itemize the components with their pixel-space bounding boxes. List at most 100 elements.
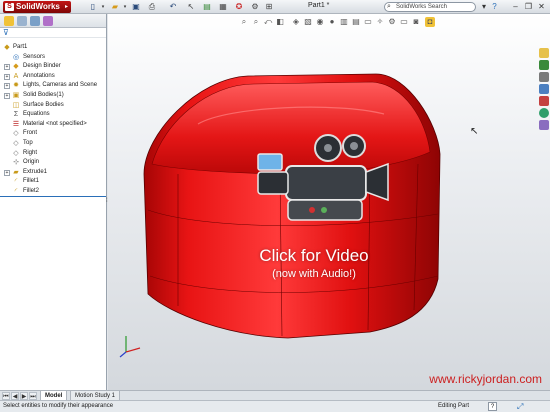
tree-item-label: Origin <box>23 159 40 166</box>
graphics-area[interactable]: ⌕ ⌕ ⤺ ◧ ◈ ▧ ◉ ● ▥ ▤ ▭ ✧ ⚙ ▭ ◙ ◘ Click fo… <box>108 14 550 390</box>
binder-icon: ◆ <box>13 63 19 71</box>
tree-item-equations[interactable]: Σ Equations <box>0 110 106 120</box>
feature-manager-panel: ⊽ ◆ Part1 ◎ Sensors + ◆ Design Binder + A Annot… <box>0 14 107 390</box>
bottom-tab-bar: ⏮ ◀ ▶ ⏭ Model Motion Study 1 <box>0 390 550 401</box>
tree-item-solid-bodies-1[interactable]: + ▣ Solid Bodies(1) <box>0 91 106 101</box>
website-watermark: www.rickyjordan.com <box>429 372 542 386</box>
expand-toggle-icon[interactable]: + <box>4 83 10 90</box>
display-manager-tab-icon[interactable] <box>43 16 53 26</box>
status-message: Select entities to modify their appearan… <box>3 403 114 409</box>
tree-item-origin[interactable]: ⊹ Origin <box>0 158 106 168</box>
video-overlay[interactable]: Click for Video (now with Audio!) <box>228 124 400 304</box>
video-overlay-title: Click for Video <box>259 246 369 265</box>
plane-icon: ◇ <box>13 139 19 147</box>
tree-item-label: Surface Bodies <box>23 101 64 108</box>
tree-item-label: Lights, Cameras and Scene <box>23 82 98 89</box>
extrude-icon: ▰ <box>13 168 19 176</box>
tree-item-front[interactable]: ◇ Front <box>0 129 106 139</box>
plane-icon: ◇ <box>13 149 19 157</box>
material-icon: ☰ <box>12 120 20 128</box>
open-dropdown-icon[interactable]: ▾ <box>122 2 128 12</box>
expand-icon[interactable]: ⤢ <box>517 402 523 411</box>
tree-item-label: Right <box>23 149 38 156</box>
app-name: SolidWorks <box>16 2 60 11</box>
tree-item-label: Top <box>23 139 33 146</box>
tree-item-extrude1[interactable]: + ▰ Extrude1 <box>0 168 106 178</box>
fillet-icon: ◜ <box>14 187 18 195</box>
help-icon[interactable]: ? <box>490 2 499 12</box>
tree-root-label: Part1 <box>13 44 28 50</box>
tree-item-fillet1[interactable]: ◜ Fillet1 <box>0 177 106 187</box>
tree-item-lights-cameras-and-scene[interactable]: + ✹ Lights, Cameras and Scene <box>0 81 106 91</box>
expand-toggle-icon[interactable]: + <box>4 92 10 99</box>
feature-manager-tab-icon[interactable] <box>4 16 14 26</box>
close-button[interactable]: ✕ <box>536 2 547 12</box>
part-icon: ◆ <box>4 44 10 51</box>
toolbar-options-icon[interactable]: ⊞ <box>264 2 274 12</box>
solid-bodies-icon: ▣ <box>12 91 20 99</box>
next-tab-icon[interactable]: ▶ <box>20 392 28 400</box>
tree-item-material-not-specified[interactable]: ☰ Material <not specified> <box>0 120 106 130</box>
configuration-manager-tab-icon[interactable] <box>30 16 40 26</box>
expand-toggle-icon[interactable]: + <box>4 169 10 176</box>
title-bar: S SolidWorks ▸ ▯ ▾ ▰ ▾ ▣ ⎙ ↶ ↖ ▤ ▦ ✪ ⚙ ⊞… <box>0 0 550 14</box>
first-tab-icon[interactable]: ⏮ <box>2 392 10 400</box>
feature-tree: ◆ Part1 ◎ Sensors + ◆ Design Binder + A Annotat… <box>0 43 106 197</box>
file-properties-icon[interactable]: ▦ <box>218 2 228 12</box>
undo-icon[interactable]: ↶ <box>168 2 178 12</box>
search-input[interactable]: ⌕ SolidWorks Search <box>384 2 476 12</box>
restore-button[interactable]: ❐ <box>523 2 534 12</box>
tree-item-label: Sensors <box>23 53 46 60</box>
expand-toggle-icon[interactable]: + <box>4 64 10 71</box>
status-mode: Editing Part <box>438 403 470 409</box>
fillet-icon: ◜ <box>14 178 18 186</box>
search-dropdown-icon[interactable]: ▾ <box>480 2 488 12</box>
tree-item-label: Equations <box>23 111 50 118</box>
mouse-cursor-icon: ↖ <box>470 126 479 137</box>
settings-gear-icon[interactable]: ⚙ <box>250 2 260 12</box>
menu-arrow-icon: ▸ <box>64 4 68 10</box>
status-bar: Select entities to modify their appearan… <box>0 400 550 412</box>
print-icon[interactable]: ⎙ <box>147 2 157 12</box>
expand-toggle-icon[interactable]: + <box>4 73 10 80</box>
tree-item-label: Design Binder <box>23 63 61 70</box>
tree-item-sensors[interactable]: ◎ Sensors <box>0 53 106 63</box>
options-icon[interactable]: ✪ <box>234 2 244 12</box>
previous-tab-icon[interactable]: ◀ <box>11 392 19 400</box>
new-dropdown-icon[interactable]: ▾ <box>100 2 106 12</box>
filter-row: ⊽ <box>0 28 106 38</box>
tree-item-design-binder[interactable]: + ◆ Design Binder <box>0 62 106 72</box>
annotations-icon: A <box>13 72 19 80</box>
tree-item-label: Solid Bodies(1) <box>23 91 64 98</box>
tree-item-surface-bodies[interactable]: ◫ Surface Bodies <box>0 101 106 111</box>
minimize-button[interactable]: – <box>510 2 521 12</box>
select-icon[interactable]: ↖ <box>186 2 196 12</box>
equations-icon: Σ <box>13 111 19 119</box>
video-overlay-subtitle: (now with Audio!) <box>272 268 356 280</box>
tree-root[interactable]: ◆ Part1 <box>0 43 106 53</box>
tree-item-label: Extrude1 <box>23 168 48 175</box>
search-icon: ⌕ <box>387 3 391 10</box>
open-folder-icon[interactable]: ▰ <box>110 2 120 12</box>
rebuild-icon[interactable]: ▤ <box>202 2 212 12</box>
tree-item-label: Material <not specified> <box>23 120 87 127</box>
new-document-icon[interactable]: ▯ <box>88 2 98 12</box>
search-placeholder: SolidWorks Search <box>396 4 447 10</box>
app-menu-button[interactable]: S SolidWorks ▸ <box>3 1 71 13</box>
plane-icon: ◇ <box>13 130 19 138</box>
tree-item-right[interactable]: ◇ Right <box>0 149 106 159</box>
tree-item-top[interactable]: ◇ Top <box>0 139 106 149</box>
property-manager-tab-icon[interactable] <box>17 16 27 26</box>
tree-item-label: Front <box>23 130 38 137</box>
origin-icon: ⊹ <box>13 159 19 167</box>
lights-icon: ✹ <box>13 82 19 90</box>
save-icon[interactable]: ▣ <box>131 2 141 12</box>
filter-icon[interactable]: ⊽ <box>3 28 9 38</box>
tree-item-annotations[interactable]: + A Annotations <box>0 72 106 82</box>
solidworks-window: S SolidWorks ▸ ▯ ▾ ▰ ▾ ▣ ⎙ ↶ ↖ ▤ ▦ ✪ ⚙ ⊞… <box>0 0 550 412</box>
status-help-icon[interactable]: ? <box>488 402 497 411</box>
document-title: Part1 * <box>308 2 330 9</box>
last-tab-icon[interactable]: ⏭ <box>29 392 37 400</box>
tree-splitter[interactable] <box>0 196 106 197</box>
tree-item-label: Annotations <box>23 72 55 79</box>
